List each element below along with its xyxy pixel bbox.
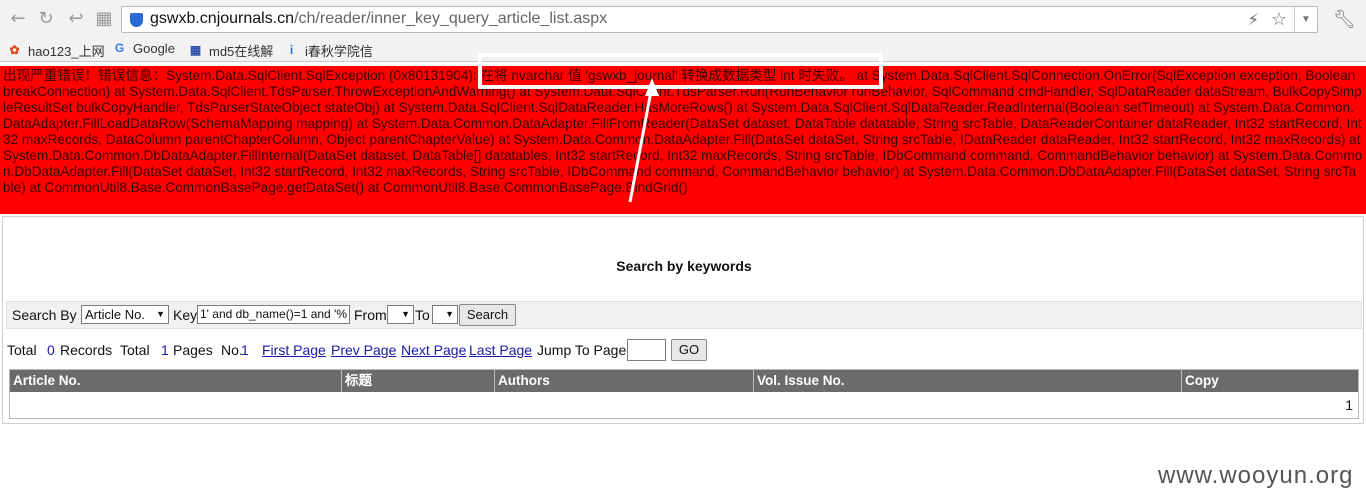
table-footer-page: 1 [1345,397,1353,413]
url-text: gswxb.cnjournals.cn/ch/reader/inner_key_… [150,10,607,28]
next-page-link[interactable]: Next Page [401,342,466,358]
to-label: To [415,307,430,323]
from-label: From [354,307,387,323]
back-icon[interactable]: ← [8,9,28,29]
go-button[interactable]: GO [671,339,707,361]
bookmark-hao123[interactable]: ✿ hao123_上网 [7,41,105,60]
column-header[interactable]: Authors [495,370,754,392]
jump-label: Jump To Page [537,342,627,358]
bookmark-label: Google [133,41,175,56]
records-label: Records [60,342,113,358]
bookmark-label: hao123_上网 [28,44,105,59]
key-input[interactable]: 1' and db_name()=1 and '% [197,305,350,324]
omnibox-dropdown-icon[interactable]: ▼ [1294,7,1317,32]
chevron-down-icon: ▼ [156,309,165,319]
bookmark-google[interactable]: G Google [112,41,175,56]
pages-label: Pages [173,342,213,358]
url-path: /ch/reader/inner_key_query_article_list.… [294,10,608,27]
search-button[interactable]: Search [459,304,516,326]
chevron-down-icon: ▼ [445,309,454,319]
from-select[interactable]: ▼ [387,305,414,324]
to-select[interactable]: ▼ [432,305,458,324]
hao123-icon: ✿ [9,43,20,57]
watermark: www.wooyun.org [1158,462,1354,489]
table-header: Article No. 标题 Authors Vol. Issue No. Co… [10,370,1358,392]
column-header[interactable]: Article No. [10,370,342,392]
search-form: Search By Article No. ▼ Key 1' and db_na… [6,301,1362,329]
search-by-label: Search By [12,307,77,323]
column-header[interactable]: Vol. Issue No. [754,370,1182,392]
browser-toolbar: ← ↻ ↩ ▦ gswxb.cnjournals.cn/ch/reader/in… [0,0,1366,38]
column-header[interactable]: Copy [1182,370,1358,392]
total-label-pages: Total [120,342,150,358]
page-no-label: No. [221,342,243,358]
results-table: Article No. 标题 Authors Vol. Issue No. Co… [9,369,1359,419]
pager: Total 0 Records Total 1 Pages No. 1 Firs… [7,339,1357,361]
bookmark-label: md5在线解 [209,44,274,59]
ichunqiu-icon: i [289,43,294,57]
wrench-menu-icon[interactable]: 🔧︎ [1333,9,1356,30]
security-shield-icon [130,13,143,27]
bookmark-label: i春秋学院信 [305,44,373,59]
chevron-down-icon: ▼ [401,309,410,319]
lightning-icon[interactable]: ⚡︎ [1248,10,1259,29]
total-label: Total [7,342,37,358]
url-host: gswxb.cnjournals.cn [150,10,295,27]
search-panel: Search by keywords Search By Article No.… [2,216,1364,424]
md5-icon: ▦ [189,43,202,57]
google-icon: G [114,41,125,55]
first-page-link[interactable]: First Page [262,342,326,358]
pages-count: 1 [161,342,169,358]
column-header[interactable]: 标题 [342,370,495,392]
bookmark-ichunqiu[interactable]: i i春秋学院信 [284,41,373,60]
records-count: 0 [47,342,55,358]
reload-icon[interactable]: ↻ [36,9,56,29]
search-field-value: Article No. [85,307,145,322]
annotation-highlight-box [478,53,883,89]
forward-icon[interactable]: ↩ [66,9,86,29]
bookmark-md5[interactable]: ▦ md5在线解 [188,41,273,60]
key-label: Key [173,307,198,323]
prev-page-link[interactable]: Prev Page [331,342,396,358]
current-page: 1 [241,342,249,358]
bookmark-star-icon[interactable]: ☆ [1271,9,1287,30]
jump-page-input[interactable] [627,339,666,361]
address-bar[interactable]: gswxb.cnjournals.cn/ch/reader/inner_key_… [121,6,1318,33]
search-field-select[interactable]: Article No. ▼ [81,305,169,324]
apps-icon[interactable]: ▦ [94,9,114,29]
last-page-link[interactable]: Last Page [469,342,532,358]
page-title: Search by keywords [616,258,752,274]
